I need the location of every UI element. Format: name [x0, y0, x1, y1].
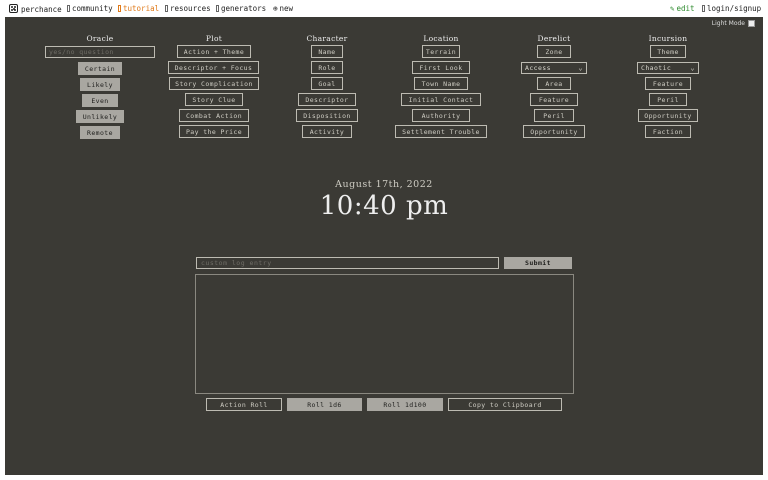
plot-story-clue-button[interactable]: Story Clue: [185, 93, 243, 106]
derelict-opportunity-button[interactable]: Opportunity: [523, 125, 585, 138]
location-town-name-button[interactable]: Town Name: [414, 77, 468, 90]
incursion-feature-button[interactable]: Feature: [645, 77, 691, 90]
derelict-select-value: Access: [525, 64, 551, 72]
copy-to-clipboard-button[interactable]: Copy to Clipboard: [448, 398, 562, 411]
user-icon: [702, 5, 705, 12]
generators-icon: [216, 5, 219, 12]
clock-date: August 17th, 2022: [335, 179, 433, 190]
resources-icon: [165, 5, 168, 12]
nav-generators-label: generators: [221, 4, 267, 13]
plot-action-theme-button[interactable]: Action + Theme: [177, 45, 251, 58]
oracle-remote-button[interactable]: Remote: [80, 126, 120, 139]
nav-login-link[interactable]: login/signup: [702, 4, 761, 13]
nav-community-link[interactable]: community: [67, 4, 113, 13]
character-disposition-button[interactable]: Disposition: [296, 109, 358, 122]
character-name-button[interactable]: Name: [311, 45, 343, 58]
character-activity-button[interactable]: Activity: [302, 125, 352, 138]
chevron-down-icon: ⌄: [690, 64, 695, 72]
light-mode-checkbox[interactable]: [748, 20, 755, 27]
location-initial-contact-button[interactable]: Initial Contact: [401, 93, 481, 106]
top-nav-bar: perchance community tutorial resources g…: [0, 0, 768, 17]
nav-community-label: community: [72, 4, 113, 13]
location-title: Location: [423, 34, 459, 43]
clock-time: 10:40 pm: [319, 191, 449, 221]
derelict-zone-button[interactable]: Zone: [537, 45, 571, 58]
nav-tutorial-link[interactable]: tutorial: [118, 4, 159, 13]
tutorial-icon: [118, 5, 121, 12]
incursion-peril-button[interactable]: Peril: [649, 93, 687, 106]
plot-pay-the-price-button[interactable]: Pay the Price: [179, 125, 249, 138]
location-authority-button[interactable]: Authority: [412, 109, 470, 122]
character-role-button[interactable]: Role: [311, 61, 343, 74]
incursion-theme-select[interactable]: Chaotic ⌄: [637, 62, 699, 74]
oracle-likely-button[interactable]: Likely: [80, 78, 120, 91]
nav-home-link[interactable]: perchance: [9, 4, 62, 14]
character-goal-button[interactable]: Goal: [311, 77, 343, 90]
nav-generators-link[interactable]: generators: [216, 4, 266, 13]
roll-1d6-button[interactable]: Roll 1d6: [287, 398, 362, 411]
character-descriptor-button[interactable]: Descriptor: [298, 93, 356, 106]
incursion-select-value: Chaotic: [641, 64, 672, 72]
action-roll-button[interactable]: Action Roll: [206, 398, 282, 411]
community-icon: [67, 5, 70, 12]
nav-brand-label: perchance: [21, 5, 62, 14]
character-title: Character: [306, 34, 348, 43]
location-terrain-button[interactable]: Terrain: [422, 45, 460, 58]
oracle-title: Oracle: [86, 34, 114, 43]
derelict-title: Derelict: [537, 34, 571, 43]
chevron-down-icon: ⌄: [578, 64, 583, 72]
nav-resources-link[interactable]: resources: [165, 4, 211, 13]
incursion-faction-button[interactable]: Faction: [645, 125, 691, 138]
derelict-area-button[interactable]: Area: [537, 77, 571, 90]
nav-login-label: login/signup: [707, 4, 762, 13]
incursion-opportunity-button[interactable]: Opportunity: [638, 109, 698, 122]
app-panel: Light Mode Oracle yes/no question Certai…: [5, 17, 763, 475]
plot-descriptor-focus-button[interactable]: Descriptor + Focus: [168, 61, 259, 74]
oracle-unlikely-button[interactable]: Unlikely: [76, 110, 124, 123]
oracle-certain-button[interactable]: Certain: [78, 62, 122, 75]
oracle-question-input[interactable]: yes/no question: [45, 46, 155, 58]
location-settlement-trouble-button[interactable]: Settlement Trouble: [395, 125, 487, 138]
nav-resources-label: resources: [170, 4, 211, 13]
plot-title: Plot: [205, 34, 223, 43]
incursion-theme-button[interactable]: Theme: [650, 45, 686, 58]
nav-edit-label: edit: [676, 4, 695, 13]
light-mode-label: Light Mode: [711, 20, 745, 27]
pencil-icon: ✎: [670, 4, 675, 13]
incursion-title: Incursion: [648, 34, 688, 43]
derelict-peril-button[interactable]: Peril: [534, 109, 574, 122]
nav-new-label: new: [279, 4, 294, 13]
nav-new-link[interactable]: ⊕ new: [273, 4, 293, 13]
roll-1d100-button[interactable]: Roll 1d100: [367, 398, 443, 411]
derelict-feature-button[interactable]: Feature: [530, 93, 578, 106]
location-first-look-button[interactable]: First Look: [412, 61, 470, 74]
plot-story-complication-button[interactable]: Story Complication: [169, 77, 259, 90]
plot-combat-action-button[interactable]: Combat Action: [179, 109, 249, 122]
derelict-zone-select[interactable]: Access ⌄: [521, 62, 587, 74]
light-mode-toggle[interactable]: Light Mode: [712, 20, 755, 27]
nav-tutorial-label: tutorial: [123, 4, 160, 13]
submit-button[interactable]: Submit: [504, 257, 572, 269]
dice-icon: [9, 4, 18, 13]
nav-edit-link[interactable]: ✎ edit: [670, 4, 695, 13]
plus-circle-icon: ⊕: [273, 4, 278, 13]
log-textarea[interactable]: [195, 274, 574, 394]
log-entry-input[interactable]: custom log entry: [196, 257, 499, 269]
oracle-even-button[interactable]: Even: [82, 94, 118, 107]
